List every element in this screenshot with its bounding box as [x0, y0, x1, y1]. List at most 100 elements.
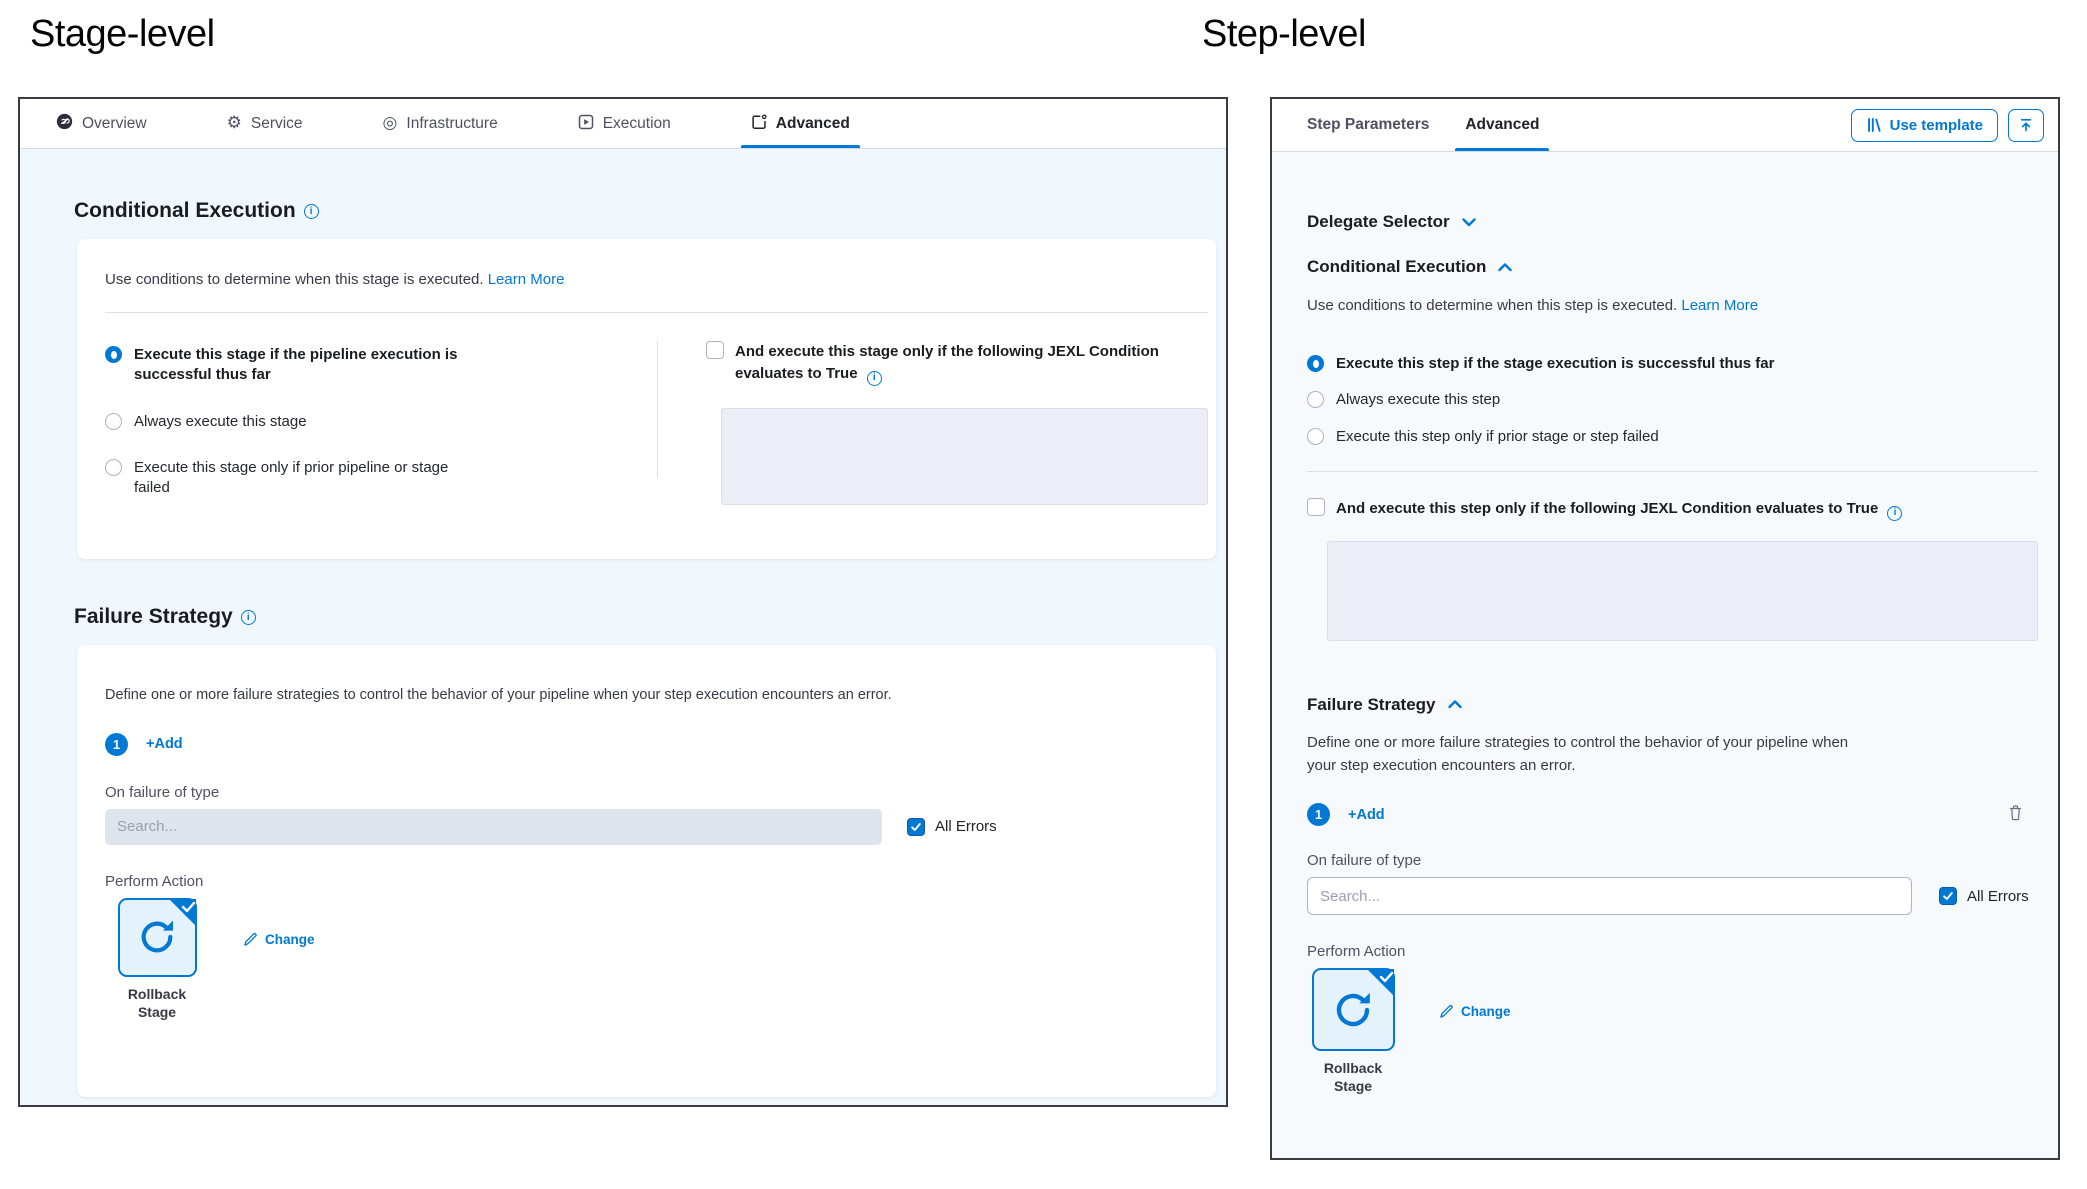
- tab-label: Advanced: [776, 115, 850, 133]
- tab-advanced[interactable]: Advanced: [1465, 99, 1539, 151]
- change-action-link[interactable]: Change: [243, 932, 315, 947]
- all-errors-checkbox[interactable]: All Errors: [1939, 887, 2029, 905]
- learn-more-link[interactable]: Learn More: [1681, 297, 1758, 314]
- tab-label: Step Parameters: [1307, 116, 1429, 134]
- info-icon[interactable]: i: [1887, 506, 1902, 521]
- tab-label: Execution: [603, 115, 671, 133]
- tab-step-parameters[interactable]: Step Parameters: [1307, 99, 1429, 151]
- radio-label: Always execute this step: [1336, 390, 1500, 410]
- tab-overview[interactable]: Overview: [56, 99, 147, 148]
- delegate-selector-heading[interactable]: Delegate Selector: [1307, 212, 2038, 232]
- perform-action-row: Rollback Stage Change: [1307, 968, 2038, 1095]
- stage-advanced-panel: Overview ⚙ Service ◎ Infrastructure Exec…: [18, 97, 1228, 1107]
- tab-label: Service: [251, 115, 303, 133]
- heading-text: Conditional Execution: [1307, 257, 1486, 277]
- upload-icon: [2018, 117, 2034, 133]
- change-label: Change: [1461, 1004, 1511, 1019]
- radio-always-execute[interactable]: Always execute this step: [1307, 390, 2038, 410]
- stage-tabbar: Overview ⚙ Service ◎ Infrastructure Exec…: [20, 99, 1226, 149]
- delete-strategy-icon[interactable]: [2008, 804, 2023, 826]
- action-name: Rollback Stage: [1307, 1059, 1399, 1095]
- perform-action-label: Perform Action: [105, 873, 1188, 890]
- strategy-badge[interactable]: 1: [1307, 803, 1330, 826]
- on-failure-label: On failure of type: [105, 784, 1188, 801]
- strategy-badge[interactable]: 1: [105, 733, 128, 756]
- tab-label: Infrastructure: [406, 115, 497, 133]
- change-label: Change: [265, 932, 315, 947]
- radio-label: Always execute this stage: [134, 412, 307, 432]
- radio-icon: [1307, 355, 1324, 372]
- upload-button[interactable]: [2008, 109, 2044, 142]
- radio-group: Execute this stage if the pipeline execu…: [105, 341, 657, 505]
- chevron-down-icon: [1462, 218, 1476, 227]
- info-icon[interactable]: i: [241, 610, 256, 625]
- info-icon[interactable]: i: [867, 371, 882, 386]
- jexl-condition-checkbox[interactable]: And execute this step only if the follow…: [1307, 498, 2038, 521]
- failure-strategy-heading: Failure Strategy i: [74, 605, 1216, 629]
- description-text: Use conditions to determine when this st…: [105, 271, 484, 288]
- jexl-condition-input[interactable]: [721, 408, 1208, 505]
- radio-label: Execute this stage if the pipeline execu…: [134, 345, 464, 386]
- rollback-stage-tile[interactable]: [1312, 968, 1395, 1051]
- checkbox-label-text: And execute this stage only if the follo…: [735, 343, 1159, 382]
- overview-icon: [56, 113, 73, 134]
- selected-action: Rollback Stage: [1307, 968, 1399, 1095]
- execution-play-icon: [578, 114, 594, 134]
- failure-type-search-input[interactable]: [105, 809, 882, 845]
- radio-execute-if-successful[interactable]: Execute this step if the stage execution…: [1307, 354, 2038, 374]
- checkbox-icon: [1307, 498, 1325, 516]
- perform-action-label: Perform Action: [1307, 943, 2038, 960]
- failure-type-row: All Errors: [1307, 877, 2038, 915]
- step-advanced-panel: Step Parameters Advanced Use template De…: [1270, 97, 2060, 1160]
- chevron-up-icon: [1498, 263, 1512, 272]
- jexl-condition-checkbox[interactable]: And execute this stage only if the follo…: [706, 341, 1208, 386]
- info-icon[interactable]: i: [304, 204, 319, 219]
- template-library-icon: [1866, 117, 1882, 133]
- tab-service[interactable]: ⚙ Service: [227, 99, 303, 148]
- tab-execution[interactable]: Execution: [578, 99, 671, 148]
- tab-infrastructure[interactable]: ◎ Infrastructure: [383, 99, 498, 148]
- radio-execute-if-failed[interactable]: Execute this step only if prior stage or…: [1307, 427, 2038, 447]
- learn-more-link[interactable]: Learn More: [488, 271, 565, 288]
- selected-check-corner: [169, 899, 196, 926]
- add-strategy-link[interactable]: +Add: [1348, 807, 1385, 823]
- conditional-execution-card: Use conditions to determine when this st…: [77, 239, 1216, 559]
- on-failure-label: On failure of type: [1307, 852, 2038, 869]
- use-template-button[interactable]: Use template: [1851, 109, 1998, 142]
- radio-execute-if-failed[interactable]: Execute this stage only if prior pipelin…: [105, 458, 657, 499]
- failure-strategy-heading[interactable]: Failure Strategy: [1307, 695, 2038, 715]
- conditional-execution-description: Use conditions to determine when this st…: [77, 239, 1216, 312]
- conditional-execution-heading[interactable]: Conditional Execution: [1307, 257, 2038, 277]
- all-errors-label: All Errors: [935, 818, 997, 835]
- jexl-condition-input[interactable]: [1327, 541, 2038, 641]
- rollback-stage-tile[interactable]: [118, 898, 197, 977]
- description-text: Use conditions to determine when this st…: [1307, 297, 1677, 314]
- radio-label: Execute this stage only if prior pipelin…: [134, 458, 464, 499]
- failure-strategy-description: Define one or more failure strategies to…: [1307, 731, 1857, 778]
- advanced-icon: [751, 114, 767, 134]
- pencil-icon: [243, 932, 258, 947]
- radio-execute-if-successful[interactable]: Execute this stage if the pipeline execu…: [105, 345, 657, 386]
- stage-level-title: Stage-level: [30, 13, 215, 56]
- all-errors-checkbox[interactable]: All Errors: [907, 818, 997, 836]
- conditional-execution-heading: Conditional Execution i: [74, 199, 1216, 223]
- tab-advanced[interactable]: Advanced: [751, 99, 850, 148]
- step-tabbar: Step Parameters Advanced Use template: [1272, 99, 2058, 152]
- divider: [1307, 471, 2038, 472]
- checkbox-icon: [706, 341, 724, 359]
- radio-always-execute[interactable]: Always execute this stage: [105, 412, 657, 432]
- jexl-condition-column: And execute this stage only if the follo…: [658, 341, 1208, 505]
- action-name: Rollback Stage: [111, 985, 203, 1021]
- radio-icon: [1307, 428, 1324, 445]
- change-action-link[interactable]: Change: [1439, 1004, 1511, 1019]
- gear-icon: ⚙: [227, 115, 242, 132]
- heading-text: Failure Strategy: [1307, 695, 1436, 715]
- failure-type-search-input[interactable]: [1307, 877, 1912, 915]
- radio-icon: [105, 459, 122, 476]
- failure-type-row: All Errors: [105, 809, 1188, 845]
- checkbox-label: And execute this step only if the follow…: [1336, 498, 1902, 521]
- radio-label: Execute this step only if prior stage or…: [1336, 427, 1659, 447]
- selected-check-corner: [1367, 969, 1394, 996]
- add-strategy-link[interactable]: +Add: [146, 736, 183, 752]
- checkbox-label: And execute this stage only if the follo…: [735, 341, 1165, 386]
